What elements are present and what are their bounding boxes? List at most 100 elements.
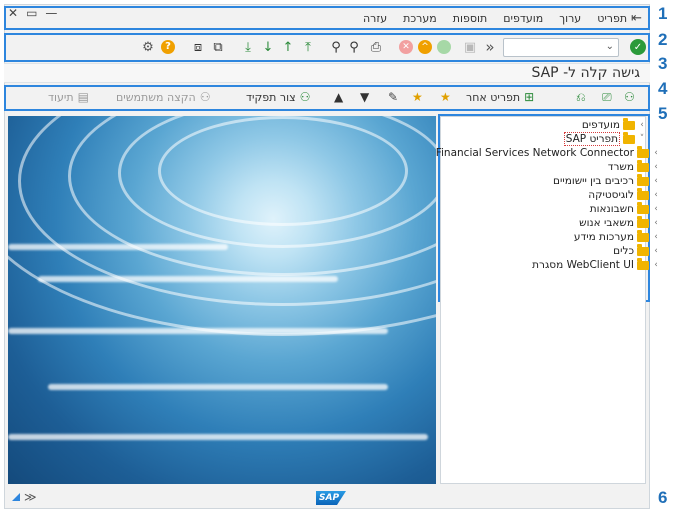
users-icon: ⚇ [199, 90, 211, 104]
find-icon[interactable]: ⚲ [346, 39, 362, 55]
add-favorite-icon[interactable]: ★ [440, 90, 451, 104]
page-title: גישה קלה ל- SAP [531, 65, 640, 81]
chevron-down-icon[interactable]: ⌄ [606, 41, 614, 52]
system-toolbar: ✓ ⌄ » ▣ ^ ✕ ⎙ ⚲ ⚲ ⤒ ↑ ↓ ⤓ ⧉ ⧈ ? ⚙ [4, 34, 650, 62]
menu-program[interactable]: תפריט [597, 12, 627, 25]
restore-window-icon[interactable]: ▭ [26, 6, 37, 20]
callout-2: 2 [658, 30, 668, 49]
callout-6: 6 [658, 488, 668, 507]
tree-item-tools[interactable]: ‹ כלים [613, 243, 660, 258]
folder-icon [637, 243, 649, 256]
exit-session-icon[interactable]: ⇤ [631, 11, 642, 26]
chevron-left-icon[interactable]: ‹ [652, 176, 660, 186]
move-up-icon[interactable]: ▲ [334, 90, 343, 104]
tree-item-hr[interactable]: ‹ משאבי אנוש [579, 215, 660, 230]
light-streak [38, 276, 338, 282]
chevron-left-icon[interactable]: ‹ [652, 148, 660, 158]
tree-item-label: משאבי אנוש [579, 217, 634, 229]
create-role-icon: ⚇ [299, 90, 311, 104]
folder-icon [637, 229, 649, 242]
close-window-icon[interactable]: ✕ [8, 6, 18, 20]
chevron-left-icon[interactable]: ‹ [638, 120, 646, 130]
first-page-icon[interactable]: ⤒ [300, 39, 316, 55]
shortcut-icon[interactable]: ⧈ [190, 39, 206, 55]
status-bar: ≫ SAP [4, 487, 650, 509]
expand-toolbar-icon[interactable]: » [482, 38, 498, 56]
chevron-left-icon[interactable]: ‹ [652, 162, 660, 172]
tree-item-label: חשבונאות [589, 203, 634, 215]
print-icon[interactable]: ⎙ [368, 39, 384, 55]
expand-status-icon[interactable]: ≫ [24, 490, 37, 504]
tree-item-logistics[interactable]: ‹ לוגיסטיקה [588, 187, 660, 202]
tree-item-favorites[interactable]: ‹ מועדפים [582, 117, 646, 132]
user-menu-icon[interactable]: ⚇ [624, 90, 635, 104]
minimize-window-icon[interactable]: — [45, 6, 57, 20]
settings-icon[interactable]: ⚙ [140, 39, 156, 55]
ripple-decor [8, 116, 436, 336]
documentation-label: תיעוד [48, 90, 74, 104]
next-page-icon[interactable]: ↓ [260, 39, 276, 55]
other-menu-button[interactable]: ⊞ תפריט אחר [466, 90, 534, 104]
tree-item-office[interactable]: ‹ משרד [608, 159, 660, 174]
back-icon[interactable] [436, 39, 452, 55]
status-corner-icon [12, 493, 20, 501]
menu-help[interactable]: עזרה [363, 12, 387, 25]
find-next-icon[interactable]: ⚲ [328, 39, 344, 55]
folder-icon [637, 201, 649, 214]
sap-menu-icon[interactable]: ⎚ [602, 90, 612, 105]
folder-icon [637, 215, 649, 228]
cancel-icon[interactable]: ✕ [398, 39, 414, 55]
ok-icon[interactable]: ✓ [630, 39, 646, 55]
document-icon: ▤ [77, 90, 89, 104]
folder-icon [637, 257, 649, 270]
new-session-icon[interactable]: ⧉ [210, 39, 226, 55]
application-toolbar: ⚇ ⎚ ⎌ ⊞ תפריט אחר ★ ★ ✎ ▼ ▲ ⚇ צור תפקיד … [4, 86, 650, 110]
callout-4: 4 [658, 79, 668, 98]
chevron-left-icon[interactable]: ‹ [652, 190, 660, 200]
assign-users-button: ⚇ הקצה משתמשים [116, 90, 210, 104]
callout-1: 1 [658, 4, 668, 23]
folder-icon [637, 187, 649, 200]
help-icon[interactable]: ? [160, 39, 176, 55]
tree-item-webclient[interactable]: ‹ WebClient UI מסגרת [532, 257, 660, 272]
move-down-icon[interactable]: ▼ [360, 90, 369, 104]
light-streak [8, 244, 228, 250]
chevron-left-icon[interactable]: ‹ [652, 260, 660, 270]
light-streak [8, 328, 388, 334]
last-page-icon[interactable]: ⤓ [240, 39, 256, 55]
menu-favorites[interactable]: מועדפים [503, 12, 543, 25]
menu-system[interactable]: מערכת [403, 12, 437, 25]
status-toggle[interactable]: ≫ [12, 490, 37, 504]
tree-item-info-systems[interactable]: ‹ מערכות מידע [574, 229, 660, 244]
favorites-icon[interactable]: ★ [412, 90, 423, 104]
tree-item-cross-app[interactable]: ‹ רכיבים בין יישומיים [553, 173, 660, 188]
chevron-left-icon[interactable]: ‹ [652, 232, 660, 242]
light-streak [48, 384, 388, 390]
create-role-button[interactable]: ⚇ צור תפקיד [246, 90, 310, 104]
light-streak [8, 434, 428, 440]
folder-icon [637, 159, 649, 172]
tree-item-sap-menu[interactable]: ˅ תפריט SAP [563, 131, 646, 146]
tree-item-label: Financial Services Network Connector [435, 147, 634, 159]
menu-extras[interactable]: תוספות [453, 12, 487, 25]
edit-pencil-icon[interactable]: ✎ [388, 90, 398, 104]
back-menu-icon[interactable]: ⎌ [576, 90, 586, 105]
tree-item-accounting[interactable]: ‹ חשבונאות [589, 201, 660, 216]
menu-edit[interactable]: ערוך [559, 12, 581, 25]
chevron-left-icon[interactable]: ‹ [652, 246, 660, 256]
sap-logo: SAP [316, 491, 346, 505]
tree-item-fsn-connector[interactable]: ‹ Financial Services Network Connector [435, 145, 660, 160]
easy-access-image [8, 116, 436, 484]
tree-item-label: WebClient UI מסגרת [532, 259, 634, 271]
assign-users-label: הקצה משתמשים [116, 90, 196, 104]
chevron-left-icon[interactable]: ‹ [652, 218, 660, 228]
chevron-down-icon[interactable]: ˅ [638, 134, 646, 144]
folder-icon [637, 145, 649, 158]
command-field[interactable]: ⌄ [503, 38, 619, 57]
chevron-left-icon[interactable]: ‹ [652, 204, 660, 214]
documentation-button: ▤ תיעוד [48, 90, 89, 104]
prev-page-icon[interactable]: ↑ [280, 39, 296, 55]
exit-icon[interactable]: ^ [417, 39, 433, 55]
tree-item-label: רכיבים בין יישומיים [553, 175, 634, 187]
create-role-label: צור תפקיד [246, 90, 296, 104]
